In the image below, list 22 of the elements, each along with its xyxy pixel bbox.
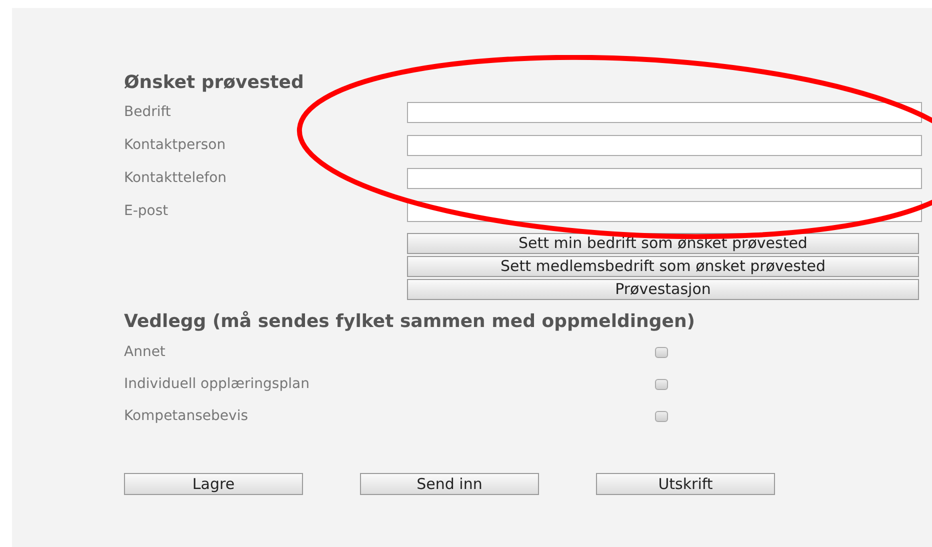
field-label: Kontaktperson	[124, 136, 227, 155]
section-heading: Vedlegg (må sendes fylket sammen med oppmeldingen)	[124, 310, 696, 334]
input-field[interactable]	[406, 201, 922, 222]
input-field[interactable]	[406, 168, 922, 189]
input-field[interactable]	[406, 135, 922, 156]
field-label: E-post	[124, 202, 170, 221]
site-button[interactable]: Sett medlemsbedrift som ønsket prøvested	[407, 256, 919, 277]
checkbox[interactable]	[655, 378, 668, 390]
checkbox[interactable]	[655, 346, 668, 358]
input-field[interactable]	[406, 102, 922, 123]
section-heading: Ønsket prøvested	[124, 71, 305, 95]
site-button[interactable]: Sett min bedrift som ønsket prøvested	[407, 233, 919, 254]
action-button[interactable]: Lagre	[124, 473, 303, 495]
action-button[interactable]: Utskrift	[596, 473, 775, 495]
field-label: Bedrift	[124, 103, 172, 122]
site-button[interactable]: Prøvestasjon	[407, 279, 919, 300]
attachment-label: Kompetansebevis	[124, 406, 250, 426]
field-label: Kontakttelefon	[124, 169, 228, 188]
attachment-label: Annet	[124, 342, 166, 362]
checkbox[interactable]	[655, 410, 668, 422]
attachment-label: Individuell opplæringsplan	[124, 374, 310, 394]
action-button[interactable]: Send inn	[360, 473, 539, 495]
